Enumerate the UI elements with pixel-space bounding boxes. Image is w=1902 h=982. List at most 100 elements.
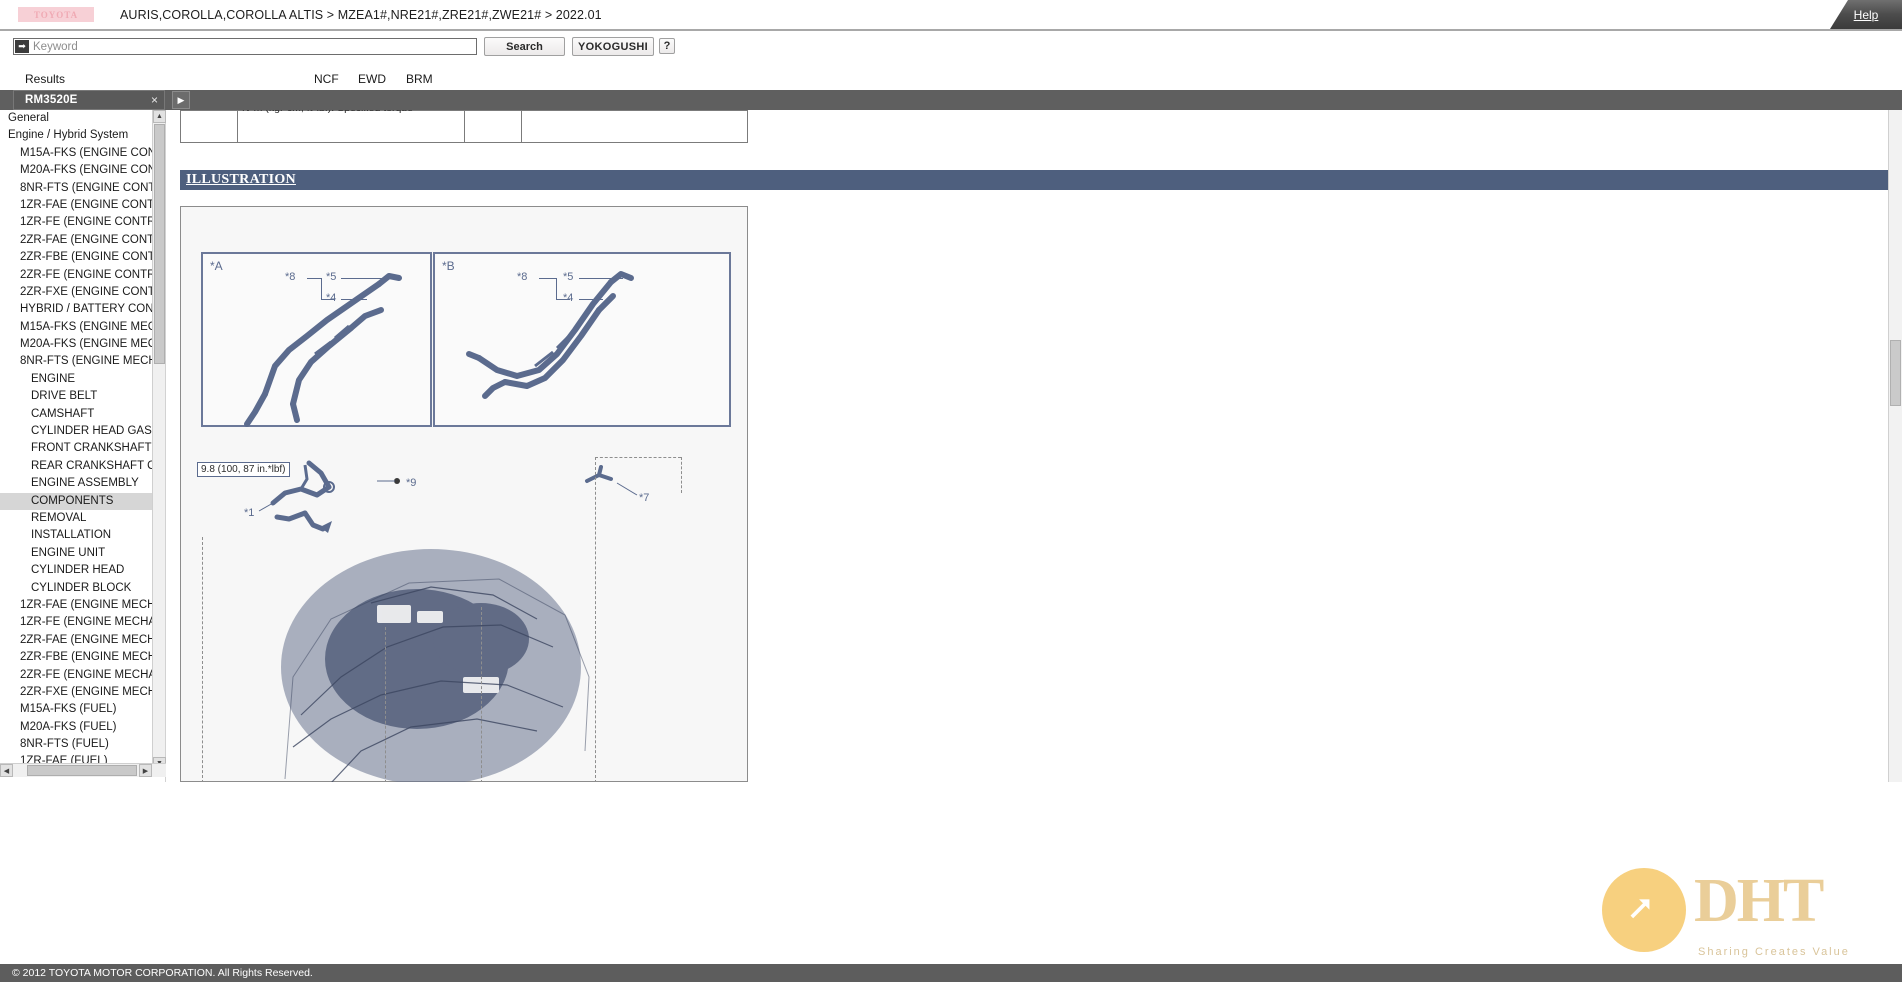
- callout-b-5: *5: [563, 271, 574, 283]
- search-button[interactable]: Search: [484, 37, 565, 56]
- sidebar-item[interactable]: Engine / Hybrid System: [0, 127, 152, 144]
- scroll-left-icon[interactable]: ◀: [0, 764, 13, 777]
- table-caption: N*m (kgf*cm, ft*lbf): Specified torque: [242, 110, 413, 114]
- leader-a-4: [341, 278, 389, 279]
- sidebar-vertical-scrollbar[interactable]: ▲ ▼: [152, 110, 166, 770]
- sidebar-item[interactable]: 2ZR-FBE (ENGINE MECHANICAL): [0, 649, 152, 666]
- sidebar-item[interactable]: CYLINDER BLOCK: [0, 580, 152, 597]
- sidebar-item[interactable]: 2ZR-FXE (ENGINE CONTROL): [0, 284, 152, 301]
- watermark-circle-icon: [1602, 868, 1686, 952]
- sidebar-item[interactable]: ENGINE ASSEMBLY: [0, 475, 152, 492]
- watermark: ➞ DHT Sharing Creates Value: [1602, 860, 1892, 970]
- sidebar-item[interactable]: REAR CRANKSHAFT OIL SEAL: [0, 458, 152, 475]
- tab-results[interactable]: Results: [25, 72, 65, 86]
- close-icon[interactable]: ×: [151, 93, 158, 107]
- top-header: TOYOTA AURIS,COROLLA,COROLLA ALTIS > MZE…: [0, 0, 1902, 31]
- sidebar-item[interactable]: 1ZR-FAE (ENGINE MECHANICAL): [0, 597, 152, 614]
- sidebar-item[interactable]: M20A-FKS (FUEL): [0, 719, 152, 736]
- yokogushi-button[interactable]: YOKOGUSHI: [572, 37, 654, 56]
- sidebar-item[interactable]: M15A-FKS (ENGINE CONTROL): [0, 145, 152, 162]
- sidebar-item[interactable]: 2ZR-FE (ENGINE MECHANICAL): [0, 667, 152, 684]
- document-tab-strip: ▤ ⧉ ⎙ ↩: [0, 90, 1902, 197]
- dash-line-left: [202, 537, 203, 782]
- sidebar-item[interactable]: M15A-FKS (FUEL): [0, 701, 152, 718]
- callout-main-9: *9: [406, 477, 417, 489]
- tab-ncf[interactable]: NCF: [314, 72, 339, 86]
- tab-brm[interactable]: BRM: [406, 72, 433, 86]
- sidebar-item[interactable]: 8NR-FTS (ENGINE CONTROL): [0, 180, 152, 197]
- sidebar-item[interactable]: CYLINDER HEAD: [0, 562, 152, 579]
- content-vertical-scrollbar[interactable]: [1888, 110, 1902, 782]
- copyright-text: © 2012 TOYOTA MOTOR CORPORATION. All Rig…: [12, 967, 313, 979]
- sidebar-item[interactable]: 8NR-FTS (FUEL): [0, 736, 152, 753]
- sidebar-tree[interactable]: General Engine / Hybrid System M15A-FKS (E…: [0, 110, 166, 782]
- watermark-brand: DHT: [1694, 867, 1824, 935]
- sidebar-horizontal-scrollbar[interactable]: ◀ ▶: [0, 763, 166, 777]
- sidebar-item[interactable]: COMPONENTS: [0, 492, 152, 510]
- sidebar-item[interactable]: ENGINE UNIT: [0, 545, 152, 562]
- search-input[interactable]: [29, 39, 476, 54]
- content-scroll-thumb[interactable]: [1890, 340, 1901, 406]
- sidebar-item[interactable]: 2ZR-FAE (ENGINE CONTROL): [0, 232, 152, 249]
- illustration-heading-label: ILLUSTRATION: [186, 172, 296, 187]
- sidebar-item[interactable]: CAMSHAFT: [0, 406, 152, 423]
- sidebar-item[interactable]: INSTALLATION: [0, 527, 152, 544]
- toyota-logo: TOYOTA: [18, 7, 94, 22]
- sidebar-item[interactable]: 1ZR-FE (ENGINE MECHANICAL): [0, 614, 152, 631]
- dash-line-right: [595, 457, 596, 782]
- scroll-right-icon[interactable]: ▶: [139, 764, 152, 777]
- torque-spec-box: 9.8 (100, 87 in.*lbf): [197, 462, 290, 477]
- help-question-icon[interactable]: ?: [659, 38, 675, 54]
- leader-b-2: [556, 278, 557, 300]
- leader-b-3: [556, 299, 570, 300]
- hose-illustration-b: [466, 271, 634, 399]
- leader-b-1: [539, 278, 557, 279]
- scroll-up-icon[interactable]: ▲: [153, 110, 166, 123]
- torque-table-partial: N*m (kgf*cm, ft*lbf): Specified torque: [180, 110, 748, 143]
- dash-line-right-2: [681, 457, 682, 493]
- sub-figure-b: *B *8 *5 *4: [433, 252, 731, 427]
- help-label: Help: [1853, 7, 1879, 22]
- sidebar-item[interactable]: 2ZR-FE (ENGINE CONTROL): [0, 267, 152, 284]
- callout-b-4: *4: [563, 292, 574, 304]
- leader-b-4: [579, 278, 623, 279]
- sidebar-item[interactable]: 8NR-FTS (ENGINE MECHANICAL): [0, 353, 152, 370]
- sidebar-item[interactable]: HYBRID / BATTERY CONTROL: [0, 301, 152, 318]
- search-arrow-icon: ➡: [15, 40, 29, 53]
- sidebar-item[interactable]: 2ZR-FXE (ENGINE MECHANICAL): [0, 684, 152, 701]
- sidebar-item[interactable]: 1ZR-FAE (ENGINE CONTROL): [0, 197, 152, 214]
- sidebar-item[interactable]: DRIVE BELT: [0, 388, 152, 405]
- sub-figure-a: *A *8 *5 *4: [201, 252, 432, 427]
- sidebar-item[interactable]: 2ZR-FAE (ENGINE MECHANICAL): [0, 632, 152, 649]
- sidebar-item[interactable]: M20A-FKS (ENGINE MECHANICAL): [0, 336, 152, 353]
- dash-line-mid-1: [385, 627, 386, 782]
- sub-figure-b-label: *B: [442, 259, 455, 273]
- application-window: TOYOTA AURIS,COROLLA,COROLLA ALTIS > MZE…: [0, 0, 1902, 982]
- sidebar-item[interactable]: CYLINDER HEAD GASKET: [0, 423, 152, 440]
- document-body: N*m (kgf*cm, ft*lbf): Specified torque I…: [166, 110, 1902, 782]
- callout-b-8: *8: [517, 271, 528, 283]
- sidebar-item[interactable]: 2ZR-FBE (ENGINE CONTROL): [0, 249, 152, 266]
- breadcrumb: AURIS,COROLLA,COROLLA ALTIS > MZEA1#,NRE…: [120, 7, 602, 22]
- search-field-wrapper[interactable]: ➡: [13, 38, 477, 55]
- illustration-heading: ILLUSTRATION: [180, 170, 1902, 190]
- sidebar-item[interactable]: General: [0, 110, 152, 127]
- illustration-container: *A *8 *5 *4 *B *8 *5 *4 9.8 (100, 87 in.…: [180, 206, 748, 782]
- sidebar-hscroll-thumb[interactable]: [27, 765, 137, 776]
- sidebar-item[interactable]: REMOVAL: [0, 510, 152, 527]
- sidebar-scroll-thumb[interactable]: [154, 124, 165, 364]
- leader-a-3: [321, 299, 335, 300]
- sidebar-item[interactable]: ENGINE: [0, 371, 152, 388]
- tab-row: [0, 66, 1902, 90]
- leader-a-1: [307, 278, 322, 279]
- callout-a-5: *5: [326, 271, 337, 283]
- tab-ewd[interactable]: EWD: [358, 72, 386, 86]
- sidebar-item[interactable]: M15A-FKS (ENGINE MECHANICAL): [0, 319, 152, 336]
- sidebar-item[interactable]: M20A-FKS (ENGINE CONTROL): [0, 162, 152, 179]
- callout-a-8: *8: [285, 271, 296, 283]
- document-tab-rm3520e[interactable]: RM3520E ×: [13, 90, 165, 110]
- sidebar-item[interactable]: FRONT CRANKSHAFT OIL SEAL: [0, 440, 152, 457]
- leader-a-5: [341, 299, 367, 300]
- next-tab-arrow-icon[interactable]: ▶: [172, 91, 190, 109]
- sidebar-item[interactable]: 1ZR-FE (ENGINE CONTROL): [0, 214, 152, 231]
